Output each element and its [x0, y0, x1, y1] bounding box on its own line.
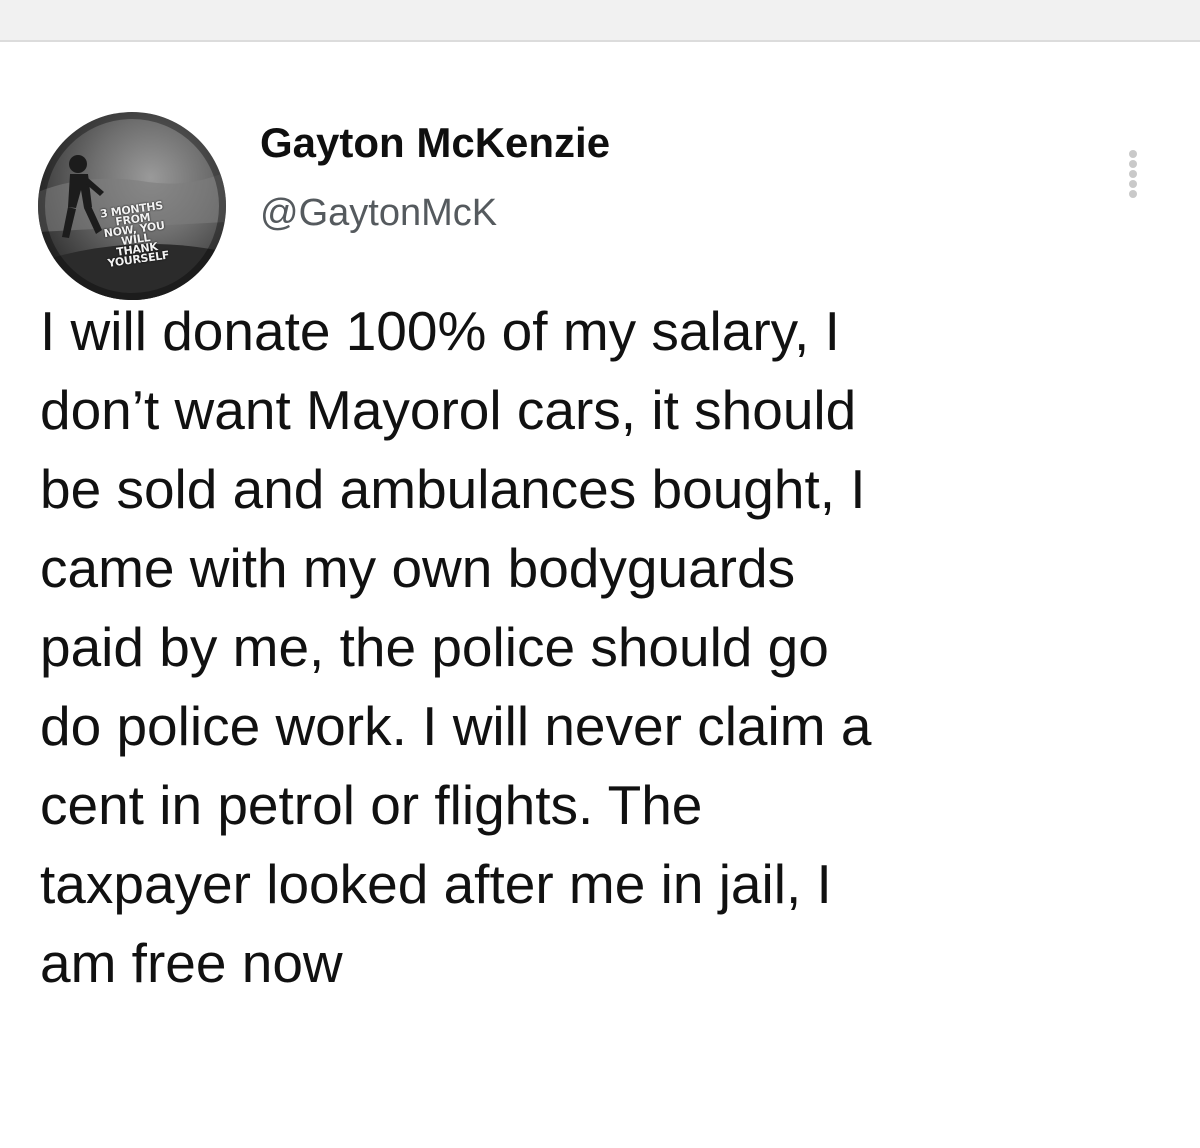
avatar[interactable]: 3 MONTHS FROM NOW, YOU WILL THANK YOURSE… — [38, 112, 226, 300]
more-options-icon[interactable] — [1118, 144, 1148, 200]
author-handle[interactable]: @GaytonMcK — [260, 190, 497, 236]
author-display-name[interactable]: Gayton McKenzie — [260, 118, 610, 168]
avatar-caption: 3 MONTHS FROM NOW, YOU WILL THANK YOURSE… — [99, 198, 170, 271]
tweet-text: I will donate 100% of my salary, I don’t… — [40, 300, 872, 994]
top-strip — [0, 0, 1200, 42]
tweet-card: 3 MONTHS FROM NOW, YOU WILL THANK YOURSE… — [0, 42, 1200, 1148]
